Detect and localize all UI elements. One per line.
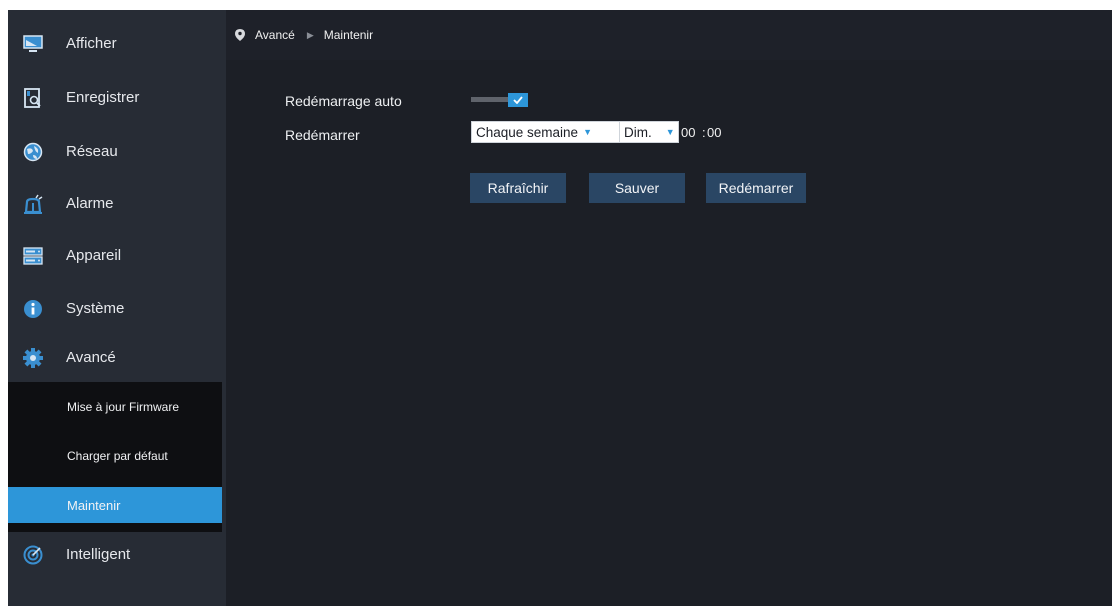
chevron-down-icon: ▼ <box>583 127 592 137</box>
sidebar-item-label: Alarme <box>66 195 114 212</box>
header-bar: Avancé ▶ Maintenir <box>226 10 1112 60</box>
toggle-track <box>471 97 511 102</box>
monitor-icon <box>22 33 44 55</box>
app-window: Afficher Enregistrer Réseau Alarme Appar <box>8 10 1112 606</box>
breadcrumb-section[interactable]: Avancé <box>255 28 295 42</box>
submenu-item-defaults[interactable]: Charger par défaut <box>8 438 222 474</box>
sidebar-item-afficher[interactable]: Afficher <box>8 18 226 69</box>
sidebar-item-label: Intelligent <box>66 546 131 563</box>
minute-field[interactable]: 00 <box>707 125 721 140</box>
sidebar-item-label: Avancé <box>66 349 116 366</box>
sidebar-item-avance[interactable]: Avancé <box>8 332 226 383</box>
sidebar-item-label: Système <box>66 300 125 317</box>
refresh-button[interactable]: Rafraîchir <box>470 173 566 203</box>
alarm-bell-icon <box>22 193 44 215</box>
submenu-item-label: Mise à jour Firmware <box>67 400 180 414</box>
save-button[interactable]: Sauver <box>589 173 685 203</box>
sidebar-item-reseau[interactable]: Réseau <box>8 126 226 177</box>
frequency-select[interactable]: Chaque semaine ▼ <box>471 121 623 143</box>
hard-disk-icon <box>22 245 44 267</box>
sidebar-item-alarme[interactable]: Alarme <box>8 178 226 229</box>
chevron-down-icon: ▼ <box>665 127 675 137</box>
sidebar-item-label: Réseau <box>66 143 118 160</box>
day-select[interactable]: Dim. ▼ <box>619 121 679 143</box>
record-search-icon <box>22 87 44 109</box>
globe-icon <box>22 141 44 163</box>
sidebar-item-appareil[interactable]: Appareil <box>8 230 226 281</box>
target-icon <box>22 544 44 566</box>
restart-button[interactable]: Redémarrer <box>706 173 806 203</box>
sidebar-item-systeme[interactable]: Système <box>8 283 226 334</box>
sidebar: Afficher Enregistrer Réseau Alarme Appar <box>8 10 226 606</box>
restart-label: Redémarrer <box>285 127 360 143</box>
sidebar-item-label: Afficher <box>66 35 117 52</box>
frequency-value: Chaque semaine <box>476 124 579 140</box>
gear-icon <box>22 347 44 369</box>
sidebar-item-enregistrer[interactable]: Enregistrer <box>8 72 226 123</box>
breadcrumb: Avancé ▶ Maintenir <box>235 28 373 42</box>
breadcrumb-page: Maintenir <box>323 28 374 42</box>
toggle-knob <box>508 93 528 107</box>
info-icon <box>22 298 44 320</box>
sidebar-item-intelligent[interactable]: Intelligent <box>8 529 226 580</box>
day-value: Dim. <box>624 124 652 140</box>
submenu-item-label: Charger par défaut <box>67 449 168 463</box>
chevron-right-icon: ▶ <box>306 29 314 40</box>
location-pin-icon <box>235 29 245 41</box>
submenu-item-label: Maintenir <box>67 497 121 513</box>
time-separator: : <box>702 125 706 140</box>
submenu-item-maintenir[interactable]: Maintenir <box>8 487 222 523</box>
submenu-item-firmware[interactable]: Mise à jour Firmware <box>8 389 222 425</box>
auto-restart-toggle[interactable] <box>471 93 528 108</box>
sidebar-item-label: Appareil <box>66 247 122 264</box>
sidebar-item-label: Enregistrer <box>66 89 140 106</box>
auto-restart-label: Redémarrage auto <box>285 93 402 109</box>
checkmark-icon <box>513 96 523 104</box>
hour-field[interactable]: 00 <box>681 125 695 140</box>
